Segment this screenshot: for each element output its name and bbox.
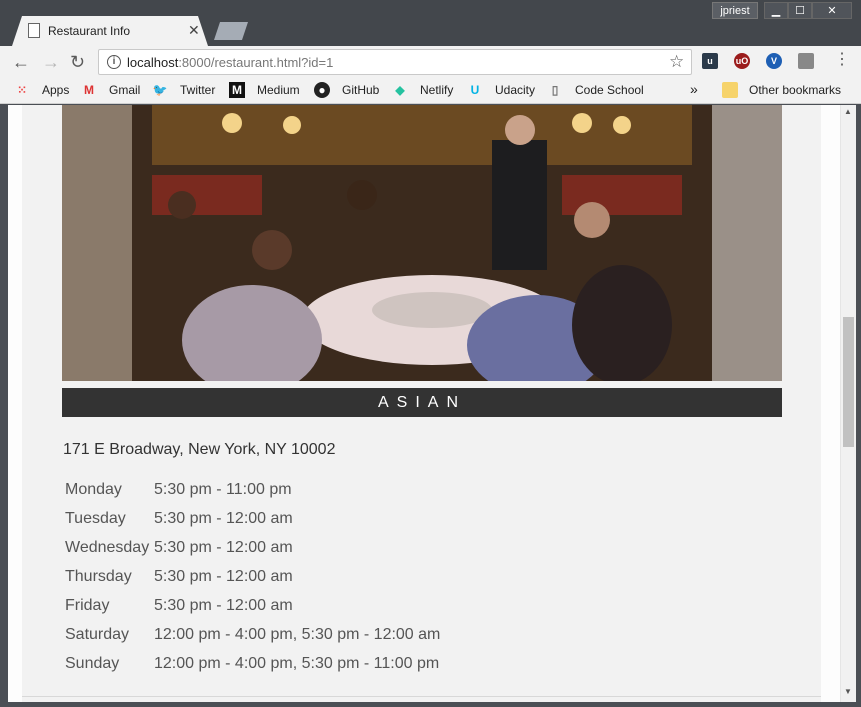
url-text[interactable]: localhost:8000/restaurant.html?id=1 xyxy=(127,55,333,70)
bookmark-apps[interactable]: Apps xyxy=(42,83,69,97)
gmail-icon: M xyxy=(84,83,94,97)
bookmark-star-icon[interactable]: ☆ xyxy=(669,52,684,72)
hours-day: Saturday xyxy=(65,625,130,643)
hours-time: 12:00 pm - 4:00 pm, 5:30 pm - 12:00 am xyxy=(154,625,441,643)
bookmarks-bar: ⁙ Apps M Gmail 🐦 Twitter M Medium ● GitH… xyxy=(0,78,861,104)
restaurant-details: ASIAN 171 E Broadway, New York, NY 10002… xyxy=(22,105,821,702)
udacity-icon: U xyxy=(470,83,480,97)
twitter-icon: 🐦 xyxy=(152,83,168,97)
hours-time: 5:30 pm - 11:00 pm xyxy=(154,480,292,498)
other-bookmarks[interactable]: Other bookmarks xyxy=(749,83,841,97)
hours-time: 12:00 pm - 4:00 pm, 5:30 pm - 11:00 pm xyxy=(154,654,440,672)
bookmark-netlify[interactable]: Netlify xyxy=(420,83,453,97)
restaurant-photo-illustration xyxy=(62,105,782,381)
close-tab-icon[interactable]: ✕ xyxy=(188,22,200,39)
hours-row: Thursday 5:30 pm - 12:00 am xyxy=(63,562,442,591)
section-divider xyxy=(22,696,821,697)
netlify-icon: ◆ xyxy=(395,83,405,97)
ublock-icon[interactable]: uO xyxy=(734,53,750,69)
tab-title: Restaurant Info xyxy=(48,24,131,38)
new-tab-button[interactable] xyxy=(214,22,248,40)
reload-button[interactable]: ↻ xyxy=(70,52,85,72)
github-icon: ● xyxy=(314,82,330,98)
forward-button[interactable]: → xyxy=(42,52,60,72)
bookmark-code-school[interactable]: Code School xyxy=(575,83,644,97)
folder-icon xyxy=(722,82,738,98)
back-button[interactable]: ← xyxy=(12,52,30,72)
scroll-down-arrow-icon[interactable]: ▼ xyxy=(844,687,852,696)
close-window-button[interactable]: ✕ xyxy=(812,2,852,19)
hours-row: Friday 5:30 pm - 12:00 am xyxy=(63,591,442,620)
hours-row: Tuesday 5:30 pm - 12:00 am xyxy=(63,504,442,533)
browser-title-bar: Restaurant Info ✕ jpriest ▁ ☐ ✕ xyxy=(0,0,861,46)
extension-v-icon[interactable]: V xyxy=(766,53,782,69)
tab-restaurant-info[interactable]: Restaurant Info ✕ xyxy=(12,16,208,46)
info-icon[interactable]: i xyxy=(107,55,121,69)
hours-row: Wednesday 5:30 pm - 12:00 am xyxy=(63,533,442,562)
medium-icon: M xyxy=(229,82,245,98)
browser-toolbar: ← → ↻ i localhost:8000/restaurant.html?i… xyxy=(0,46,861,78)
browser-menu-icon[interactable]: ⋮ xyxy=(834,52,850,68)
hours-day: Tuesday xyxy=(65,509,126,527)
hours-row: Sunday 12:00 pm - 4:00 pm, 5:30 pm - 11:0… xyxy=(63,649,442,678)
hours-time: 5:30 pm - 12:00 am xyxy=(154,538,293,556)
bookmark-twitter[interactable]: Twitter xyxy=(180,83,215,97)
profile-button[interactable]: jpriest xyxy=(712,2,758,19)
cuisine-label: ASIAN xyxy=(62,388,782,417)
bookmark-udacity[interactable]: Udacity xyxy=(495,83,535,97)
hours-row: Monday 5:30 pm - 11:00 pm xyxy=(63,475,442,504)
page-icon: ▯ xyxy=(551,83,559,97)
hours-day: Wednesday xyxy=(65,538,150,556)
hours-day: Friday xyxy=(65,596,110,614)
restaurant-address: 171 E Broadway, New York, NY 10002 xyxy=(63,441,336,458)
address-bar[interactable]: i localhost:8000/restaurant.html?id=1 ☆ xyxy=(98,49,692,75)
extension-panel-icon[interactable] xyxy=(798,53,814,69)
extension-udacity-icon[interactable]: u xyxy=(702,53,718,69)
hours-row: Saturday 12:00 pm - 4:00 pm, 5:30 pm - 12… xyxy=(63,620,442,649)
bookmark-medium[interactable]: Medium xyxy=(257,83,300,97)
hours-time: 5:30 pm - 12:00 am xyxy=(154,567,293,585)
hours-time: 5:30 pm - 12:00 am xyxy=(154,596,293,614)
apps-grid-icon: ⁙ xyxy=(16,83,28,97)
minimize-button[interactable]: ▁ xyxy=(764,2,788,19)
bookmark-gmail[interactable]: Gmail xyxy=(109,83,140,97)
hours-day: Sunday xyxy=(65,654,120,672)
page-viewport: ASIAN 171 E Broadway, New York, NY 10002… xyxy=(8,105,840,702)
page-icon xyxy=(28,23,40,38)
hours-day: Monday xyxy=(65,480,122,498)
hours-day: Thursday xyxy=(65,567,132,585)
scroll-up-arrow-icon[interactable]: ▲ xyxy=(844,107,852,116)
scrollbar-thumb[interactable] xyxy=(843,317,854,447)
bookmark-github[interactable]: GitHub xyxy=(342,83,379,97)
maximize-button[interactable]: ☐ xyxy=(788,2,812,19)
restaurant-photo xyxy=(62,105,782,381)
hours-time: 5:30 pm - 12:00 am xyxy=(154,509,293,527)
vertical-scrollbar[interactable]: ▲ ▼ xyxy=(840,105,856,702)
bookmarks-overflow-button[interactable]: » xyxy=(690,81,698,97)
opening-hours-table: Monday 5:30 pm - 11:00 pm Tuesday 5:30 pm … xyxy=(63,475,442,678)
